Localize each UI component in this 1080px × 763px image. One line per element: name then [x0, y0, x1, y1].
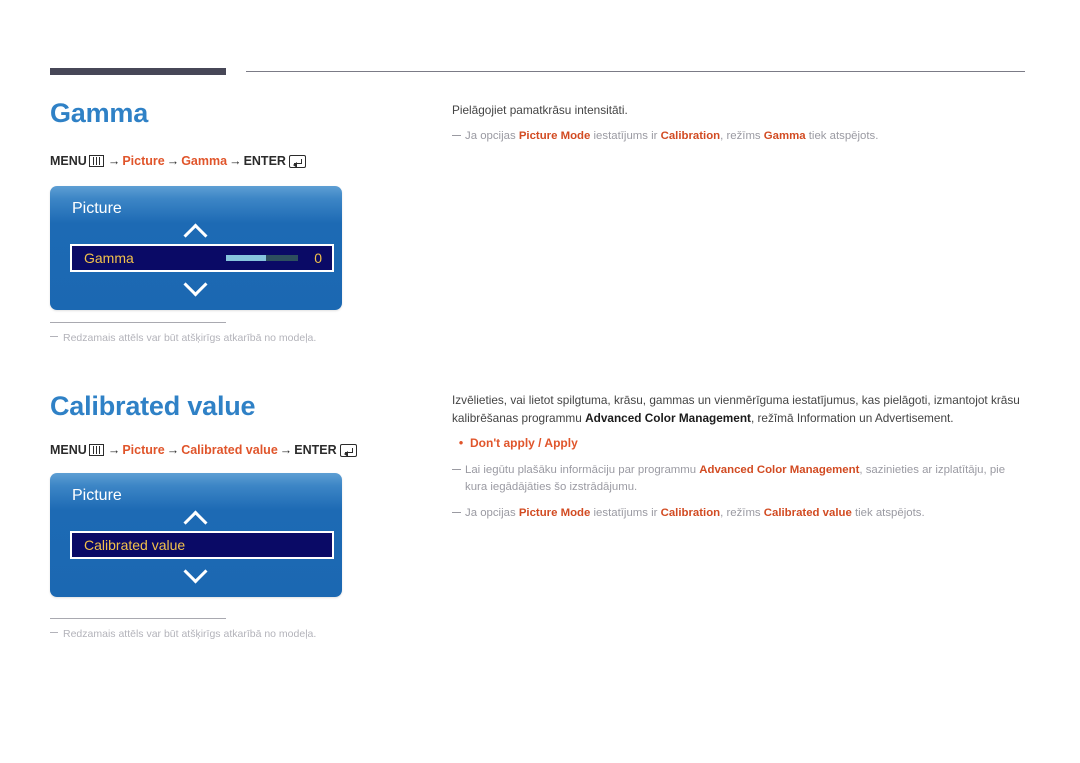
- gamma-slider-fill: [226, 255, 267, 261]
- arrow-1: →: [107, 154, 121, 168]
- menu-step-picture[interactable]: Picture: [122, 443, 164, 457]
- osd-row-label: Calibrated value: [84, 537, 186, 553]
- note-calibrated-1: Lai iegūtu plašāku informāciju par progr…: [452, 462, 1030, 496]
- menu-step-calibrated-value[interactable]: Calibrated value: [181, 443, 278, 457]
- footnote-rule: [50, 322, 226, 323]
- osd-row-label: Gamma: [84, 250, 134, 266]
- enter-label: ENTER: [243, 154, 286, 168]
- menu-label: MENU: [50, 443, 87, 457]
- osd-row-gamma[interactable]: Gamma 0: [70, 244, 334, 272]
- chevron-down-icon[interactable]: [50, 561, 342, 583]
- osd-title: Picture: [72, 200, 122, 217]
- osd-panel-calibrated-value: Picture Calibrated value: [50, 473, 342, 597]
- footnote-text: Redzamais attēls var būt atšķirīgs atkar…: [63, 628, 317, 640]
- document-page: Gamma MENU → Picture → Gamma → ENTER Picture G…: [0, 0, 1080, 763]
- osd-title: Picture: [72, 487, 122, 504]
- arrow-2: →: [166, 154, 180, 168]
- footnote-dash-icon: [50, 632, 58, 633]
- gamma-slider[interactable]: [226, 255, 298, 261]
- arrow-3: →: [229, 154, 242, 168]
- menu-step-gamma[interactable]: Gamma: [181, 154, 227, 168]
- enter-icon: [339, 444, 357, 457]
- chevron-down-icon[interactable]: [50, 274, 342, 296]
- note-dash-icon: [452, 505, 465, 522]
- arrow-2: →: [166, 443, 180, 457]
- menu-step-picture[interactable]: Picture: [122, 154, 164, 168]
- menu-icon: [88, 155, 104, 167]
- chevron-up-icon[interactable]: [50, 220, 342, 242]
- note-text: Lai iegūtu plašāku informāciju par progr…: [465, 464, 1006, 493]
- menu-label: MENU: [50, 154, 87, 168]
- options-bullet: • Don't apply / Apply: [452, 433, 1030, 453]
- header-rule-thick: [50, 68, 226, 75]
- footnote-dash-icon: [50, 336, 58, 337]
- chevron-up-icon[interactable]: [50, 507, 342, 529]
- enter-icon: [288, 155, 306, 168]
- arrow-1: →: [107, 443, 121, 457]
- note-dash-icon: [452, 462, 465, 496]
- gamma-value: 0: [314, 250, 322, 266]
- menu-path-calibrated-value: MENU → Picture → Calibrated value → ENTER: [50, 442, 430, 458]
- description-calibrated-value: Izvēlieties, vai lietot spilgtuma, krāsu…: [452, 393, 1020, 425]
- note-text: Ja opcijas Picture Mode iestatījums ir C…: [465, 130, 879, 142]
- enter-label: ENTER: [294, 443, 337, 457]
- footnote-rule: [50, 618, 226, 619]
- note-text: Ja opcijas Picture Mode iestatījums ir C…: [465, 507, 925, 519]
- description-gamma: Pielāgojiet pamatkrāsu intensitāti.: [452, 103, 628, 117]
- menu-icon: [88, 444, 104, 456]
- osd-panel-gamma: Picture Gamma 0: [50, 186, 342, 310]
- osd-row-calibrated-value[interactable]: Calibrated value: [70, 531, 334, 559]
- footnote-text: Redzamais attēls var būt atšķirīgs atkar…: [63, 332, 317, 344]
- footnote-gamma: Redzamais attēls var būt atšķirīgs atkar…: [50, 331, 430, 345]
- arrow-3: →: [279, 443, 293, 457]
- options-label[interactable]: Don't apply / Apply: [470, 433, 578, 453]
- menu-path-gamma: MENU → Picture → Gamma → ENTER: [50, 153, 430, 169]
- header-rule-thin: [246, 71, 1025, 72]
- footnote-calibrated-value: Redzamais attēls var būt atšķirīgs atkar…: [50, 627, 430, 641]
- note-gamma-1: Ja opcijas Picture Mode iestatījums ir C…: [452, 128, 1030, 145]
- page-title-gamma: Gamma: [50, 98, 149, 128]
- note-calibrated-2: Ja opcijas Picture Mode iestatījums ir C…: [452, 505, 1030, 522]
- bullet-icon: •: [458, 435, 464, 450]
- note-dash-icon: [452, 128, 465, 145]
- page-title-calibrated-value: Calibrated value: [50, 391, 256, 421]
